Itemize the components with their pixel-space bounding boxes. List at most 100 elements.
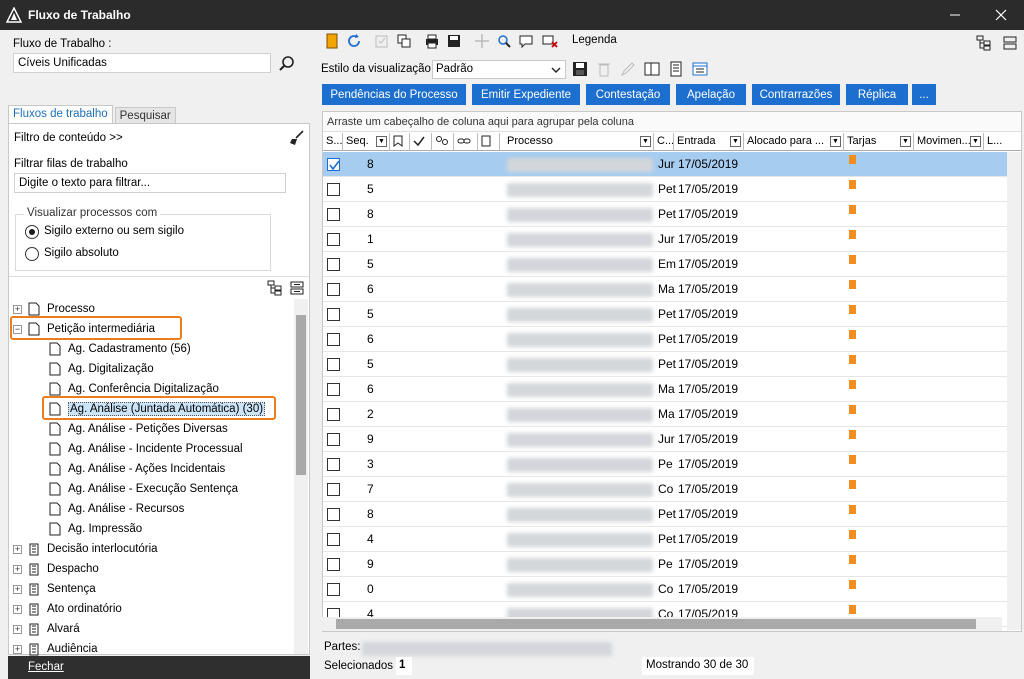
copy-icon[interactable] <box>396 33 412 49</box>
expand-icon[interactable]: + <box>13 604 22 614</box>
search-icon[interactable] <box>277 54 297 74</box>
col-tarjas[interactable]: Tarjas ▼ <box>844 133 914 151</box>
more-actions-button[interactable]: ... <box>912 84 936 105</box>
row-checkbox[interactable] <box>327 408 340 421</box>
col-bookmark[interactable] <box>390 133 410 151</box>
table-row[interactable]: 3 Pe 17/05/2019 <box>323 452 1007 477</box>
tree-item-cadastramento[interactable]: Ag. Cadastramento (56) <box>49 339 191 359</box>
tab-pesquisar[interactable]: Pesquisar <box>114 107 176 123</box>
save-view-icon[interactable] <box>572 61 588 77</box>
tree-item-sentenca[interactable]: + Sentença <box>13 579 96 599</box>
table-row[interactable]: 9 Jur 17/05/2019 <box>323 427 1007 452</box>
col-processo[interactable]: Processo ▼ <box>504 133 654 151</box>
col-alocado[interactable]: Alocado para ... ▼ <box>744 133 844 151</box>
col-check[interactable] <box>410 133 432 151</box>
chevron-down-icon[interactable]: ▼ <box>640 136 651 147</box>
emitir-expediente-button[interactable]: Emitir Expediente <box>472 84 580 105</box>
table-row[interactable]: 9 Pe 17/05/2019 <box>323 552 1007 577</box>
print-icon[interactable] <box>424 33 440 49</box>
radio-sigilo-absoluto[interactable] <box>25 247 39 261</box>
grid-scrollbar[interactable] <box>1007 152 1021 630</box>
chevron-down-icon[interactable]: ▼ <box>900 136 911 147</box>
table-row[interactable]: 8 Jur 17/05/2019 <box>323 152 1007 177</box>
expand-all-icon[interactable] <box>267 280 283 296</box>
row-checkbox[interactable] <box>327 383 340 396</box>
save-doc-icon[interactable] <box>446 33 462 49</box>
table-row[interactable]: 4 Pet 17/05/2019 <box>323 527 1007 552</box>
row-checkbox[interactable] <box>327 458 340 471</box>
grid-hscroll-thumb[interactable] <box>336 619 976 629</box>
table-row[interactable]: 8 Pet 17/05/2019 <box>323 502 1007 527</box>
row-checkbox[interactable] <box>327 508 340 521</box>
broom-icon[interactable] <box>289 130 305 146</box>
row-checkbox[interactable] <box>327 333 340 346</box>
col-movimento[interactable]: Movimen... ▼ <box>914 133 984 151</box>
table-row[interactable]: 6 Ma 17/05/2019 <box>323 277 1007 302</box>
row-checkbox[interactable] <box>327 233 340 246</box>
bookmark-icon[interactable] <box>324 33 340 49</box>
row-checkbox[interactable] <box>327 158 340 171</box>
tree-item-ato[interactable]: + Ato ordinatório <box>13 599 122 619</box>
chevron-down-icon[interactable]: ▼ <box>376 136 387 147</box>
export-icon[interactable] <box>644 61 660 77</box>
move-icon[interactable] <box>474 33 490 49</box>
columns-icon[interactable] <box>692 61 708 77</box>
expand-icon[interactable]: + <box>13 544 22 554</box>
refresh-icon[interactable] <box>346 33 362 49</box>
row-checkbox[interactable] <box>327 483 340 496</box>
filter-input[interactable]: Digite o texto para filtrar... <box>14 173 286 193</box>
row-checkbox[interactable] <box>327 433 340 446</box>
table-row[interactable]: 5 Pet 17/05/2019 <box>323 177 1007 202</box>
col-l[interactable]: L... <box>984 133 1021 151</box>
tree-item-peticoes-diversas[interactable]: Ag. Análise - Petições Diversas <box>49 419 228 439</box>
expand-icon[interactable]: + <box>13 644 22 654</box>
row-checkbox[interactable] <box>327 358 340 371</box>
edit-view-icon[interactable] <box>620 61 636 77</box>
tree-scroll-thumb[interactable] <box>296 315 306 475</box>
radio-sigilo-externo[interactable] <box>25 225 39 239</box>
remove-icon[interactable] <box>542 33 558 49</box>
grid-hscrollbar[interactable] <box>322 617 1002 631</box>
table-row[interactable]: 6 Pet 17/05/2019 <box>323 327 1007 352</box>
row-checkbox[interactable] <box>327 183 340 196</box>
table-row[interactable]: 0 Co 17/05/2019 <box>323 577 1007 602</box>
minimize-button[interactable] <box>932 0 978 30</box>
tree-item-audiencia[interactable]: + Audiência <box>13 639 98 657</box>
table-row[interactable]: 5 Em 17/05/2019 <box>323 252 1007 277</box>
zoom-doc-icon[interactable] <box>496 33 512 49</box>
col-link[interactable] <box>454 133 478 151</box>
report-icon[interactable] <box>668 61 684 77</box>
tree-item-incidente[interactable]: Ag. Análise - Incidente Processual <box>49 439 243 459</box>
filtro-conteudo-toggle[interactable]: Filtro de conteúdo >> <box>14 132 123 144</box>
legenda-link[interactable]: Legenda <box>572 34 617 46</box>
row-checkbox[interactable] <box>327 533 340 546</box>
expand-icon[interactable]: + <box>13 624 22 634</box>
col-people[interactable] <box>432 133 454 151</box>
contestacao-button[interactable]: Contestação <box>586 84 670 105</box>
row-checkbox[interactable] <box>327 558 340 571</box>
fechar-button[interactable]: Fechar <box>8 656 310 679</box>
apelacao-button[interactable]: Apelação <box>676 84 746 105</box>
table-row[interactable]: 7 Co 17/05/2019 <box>323 477 1007 502</box>
contrarrazoes-button[interactable]: Contrarrazões <box>752 84 840 105</box>
tree-item-execucao[interactable]: Ag. Análise - Execução Sentença <box>49 479 238 499</box>
fluxo-field[interactable]: Cíveis Unificadas <box>13 53 271 73</box>
expand-icon[interactable]: + <box>13 304 22 314</box>
table-row[interactable]: 5 Pet 17/05/2019 <box>323 302 1007 327</box>
chevron-down-icon[interactable]: ▼ <box>830 136 841 147</box>
table-row[interactable]: 1 Jur 17/05/2019 <box>323 227 1007 252</box>
comment-icon[interactable] <box>518 33 534 49</box>
col-c[interactable]: C... <box>654 133 674 151</box>
table-row[interactable]: 8 Pet 17/05/2019 <box>323 202 1007 227</box>
row-checkbox[interactable] <box>327 583 340 596</box>
replica-button[interactable]: Réplica <box>846 84 908 105</box>
table-row[interactable]: 6 Ma 17/05/2019 <box>323 377 1007 402</box>
col-entrada[interactable]: Entrada ▼ <box>674 133 744 151</box>
close-button[interactable] <box>978 0 1024 30</box>
table-row[interactable]: 5 Pet 17/05/2019 <box>323 352 1007 377</box>
expand-icon[interactable]: + <box>13 584 22 594</box>
tree-item-alvara[interactable]: + Alvará <box>13 619 80 639</box>
row-checkbox[interactable] <box>327 283 340 296</box>
delete-view-icon[interactable] <box>596 61 612 77</box>
tree-collapse-icon[interactable] <box>1002 35 1018 51</box>
